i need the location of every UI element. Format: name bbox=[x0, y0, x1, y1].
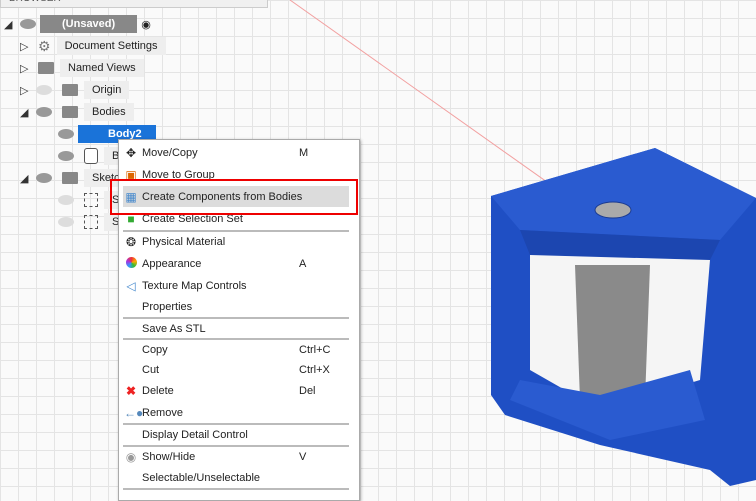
menu-shortcut: A bbox=[299, 257, 307, 270]
menu-item-move-copy[interactable]: ✥ Move/Copy M bbox=[119, 142, 359, 163]
texture-map-icon: ◁ bbox=[126, 278, 136, 293]
menu-shortcut: Ctrl+X bbox=[299, 363, 330, 376]
physical-material-icon: ❂ bbox=[125, 234, 137, 249]
root-label[interactable]: (Unsaved) bbox=[40, 15, 138, 33]
menu-label: Move/Copy bbox=[142, 146, 198, 159]
tree-node-named-views[interactable]: ▷ Named Views bbox=[20, 58, 144, 78]
eye-hidden-icon[interactable] bbox=[58, 195, 74, 205]
move-icon: ✥ bbox=[125, 145, 137, 160]
3d-body-model bbox=[491, 148, 756, 486]
eye-icon[interactable] bbox=[36, 107, 52, 117]
menu-item-display-detail-control[interactable]: Display Detail Control bbox=[119, 424, 359, 445]
tree-node-sketches[interactable]: ◢Sketches bbox=[20, 168, 120, 188]
menu-item-delete[interactable]: ✖ Delete Del bbox=[119, 380, 359, 401]
expand-icon[interactable]: ▷ bbox=[20, 84, 32, 97]
menu-label: Physical Material bbox=[142, 235, 226, 248]
activate-radio-icon[interactable]: ◉ bbox=[141, 18, 151, 31]
node-label: Bodies bbox=[84, 103, 134, 121]
eye-hidden-icon[interactable] bbox=[36, 85, 52, 95]
body-icon bbox=[84, 148, 98, 164]
gear-icon: ⚙ bbox=[38, 37, 51, 54]
tree-root[interactable]: ◢ (Unsaved) ◉ bbox=[4, 14, 151, 34]
folder-icon bbox=[62, 106, 78, 118]
node-label: Named Views bbox=[60, 59, 144, 77]
menu-shortcut: M bbox=[299, 146, 309, 159]
menu-label: Appearance bbox=[142, 257, 202, 270]
expand-icon[interactable]: ▷ bbox=[20, 40, 32, 53]
menu-label: Selectable/Unselectable bbox=[142, 471, 261, 484]
node-label: Origin bbox=[84, 81, 130, 99]
tree-node-sketch2[interactable]: Sketch2 bbox=[54, 212, 128, 232]
menu-shortcut: Del bbox=[299, 384, 316, 397]
tree-node-document-settings[interactable]: ▷ ⚙ Document Settings bbox=[20, 36, 166, 56]
folder-icon bbox=[62, 172, 78, 184]
menu-item-copy[interactable]: Copy Ctrl+C bbox=[119, 339, 359, 360]
menu-separator bbox=[123, 488, 349, 490]
collapse-icon[interactable]: ◢ bbox=[4, 18, 16, 31]
highlight-annotation-box bbox=[110, 179, 358, 215]
folder-icon bbox=[38, 62, 54, 74]
node-label: Document Settings bbox=[56, 37, 166, 55]
appearance-icon bbox=[124, 256, 138, 271]
eye-icon[interactable] bbox=[36, 173, 52, 183]
tree-node-bodies[interactable]: ◢ Bodies bbox=[20, 102, 134, 122]
sketch-icon bbox=[84, 193, 98, 207]
collapse-icon[interactable]: ◢ bbox=[20, 172, 32, 185]
menu-item-properties[interactable]: Properties bbox=[119, 296, 359, 317]
eye-icon[interactable] bbox=[58, 129, 74, 139]
menu-label: Texture Map Controls bbox=[142, 279, 247, 292]
menu-item-show-hide[interactable]: ◉ Show/Hide V bbox=[119, 446, 359, 467]
menu-item-selectable-unselectable[interactable]: Selectable/Unselectable bbox=[119, 467, 359, 488]
menu-label: Cut bbox=[142, 363, 160, 376]
menu-label: Properties bbox=[142, 300, 193, 313]
menu-label: Remove bbox=[142, 406, 183, 419]
folder-icon bbox=[62, 84, 78, 96]
expand-icon[interactable]: ▷ bbox=[20, 62, 32, 75]
tree-node-origin[interactable]: ▷ Origin bbox=[20, 80, 130, 100]
menu-item-remove[interactable]: ←● Remove bbox=[119, 402, 359, 423]
eye-icon: ◉ bbox=[125, 449, 137, 464]
browser-header: BROWSER bbox=[0, 0, 268, 8]
eye-hidden-icon[interactable] bbox=[58, 217, 74, 227]
collapse-icon[interactable]: ◢ bbox=[20, 106, 32, 119]
menu-item-save-as-stl[interactable]: Save As STL bbox=[119, 318, 359, 339]
sketch-icon bbox=[84, 215, 98, 229]
eye-icon[interactable] bbox=[58, 151, 74, 161]
menu-shortcut: Ctrl+C bbox=[299, 343, 331, 356]
menu-label: Delete bbox=[142, 384, 174, 397]
menu-label: Save As STL bbox=[142, 322, 206, 335]
menu-label: Copy bbox=[142, 343, 168, 356]
menu-item-texture-map-controls[interactable]: ◁ Texture Map Controls bbox=[119, 275, 359, 296]
menu-item-physical-material[interactable]: ❂ Physical Material bbox=[119, 231, 359, 252]
menu-item-appearance[interactable]: Appearance A bbox=[119, 253, 359, 274]
menu-label: Display Detail Control bbox=[142, 428, 248, 441]
menu-label: Show/Hide bbox=[142, 450, 196, 463]
remove-icon: ←● bbox=[124, 405, 144, 420]
delete-icon: ✖ bbox=[125, 383, 137, 398]
menu-item-cut[interactable]: Cut Ctrl+X bbox=[119, 359, 359, 380]
eye-icon[interactable] bbox=[20, 19, 36, 29]
menu-shortcut: V bbox=[299, 450, 307, 463]
